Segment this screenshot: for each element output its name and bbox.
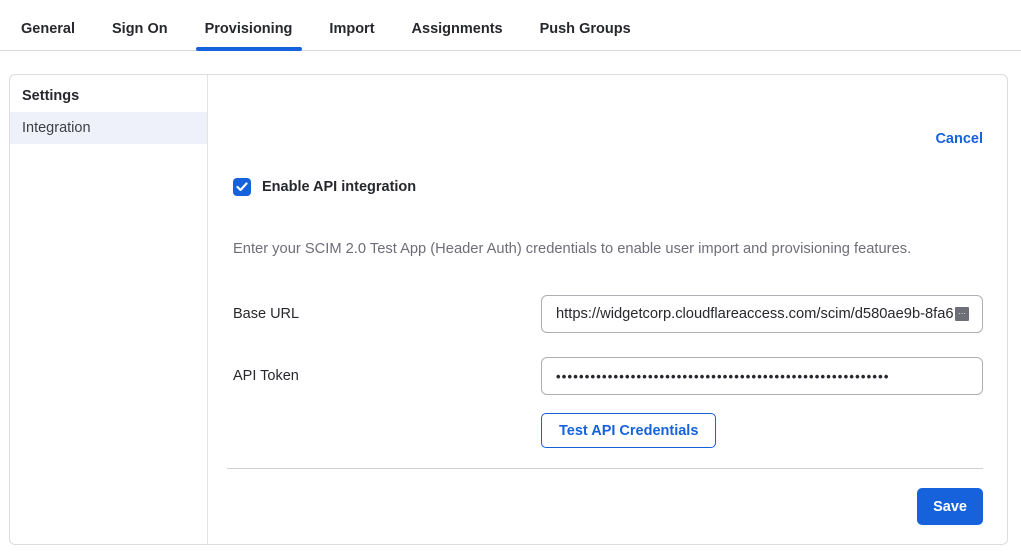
tab-sign-on[interactable]: Sign On (112, 8, 168, 50)
enable-api-row: Enable API integration (233, 178, 983, 196)
base-url-input-wrap: ⋯ (541, 295, 983, 333)
footer-divider (227, 468, 983, 469)
enable-api-label: Enable API integration (262, 179, 416, 195)
test-api-credentials-button[interactable]: Test API Credentials (541, 413, 716, 448)
sidebar-item-integration[interactable]: Integration (10, 112, 207, 144)
cancel-button[interactable]: Cancel (935, 131, 983, 147)
settings-sidebar: Settings Integration (10, 75, 208, 544)
tab-assignments[interactable]: Assignments (412, 8, 503, 50)
base-url-row: Base URL ⋯ (233, 295, 983, 333)
api-token-label: API Token (233, 368, 541, 384)
save-button[interactable]: Save (917, 488, 983, 525)
cancel-row: Cancel (233, 131, 983, 147)
tab-push-groups[interactable]: Push Groups (540, 8, 631, 50)
enable-api-checkbox[interactable] (233, 178, 251, 196)
api-token-row: API Token (233, 357, 983, 395)
provisioning-panel: Settings Integration Cancel Enable API i… (9, 74, 1008, 545)
save-row: Save (233, 488, 983, 525)
base-url-label: Base URL (233, 306, 541, 322)
check-icon (236, 182, 248, 192)
tab-provisioning[interactable]: Provisioning (205, 8, 293, 50)
tab-general[interactable]: General (21, 8, 75, 50)
api-token-input-wrap (541, 357, 983, 395)
integration-form: Cancel Enable API integration Enter your… (208, 75, 1007, 544)
base-url-input[interactable] (541, 295, 983, 333)
api-token-input[interactable] (541, 357, 983, 395)
tab-import[interactable]: Import (329, 8, 374, 50)
app-tab-bar: General Sign On Provisioning Import Assi… (0, 0, 1021, 51)
credentials-description: Enter your SCIM 2.0 Test App (Header Aut… (233, 240, 983, 259)
test-credentials-row: Test API Credentials (233, 413, 983, 448)
sidebar-header: Settings (10, 84, 207, 112)
